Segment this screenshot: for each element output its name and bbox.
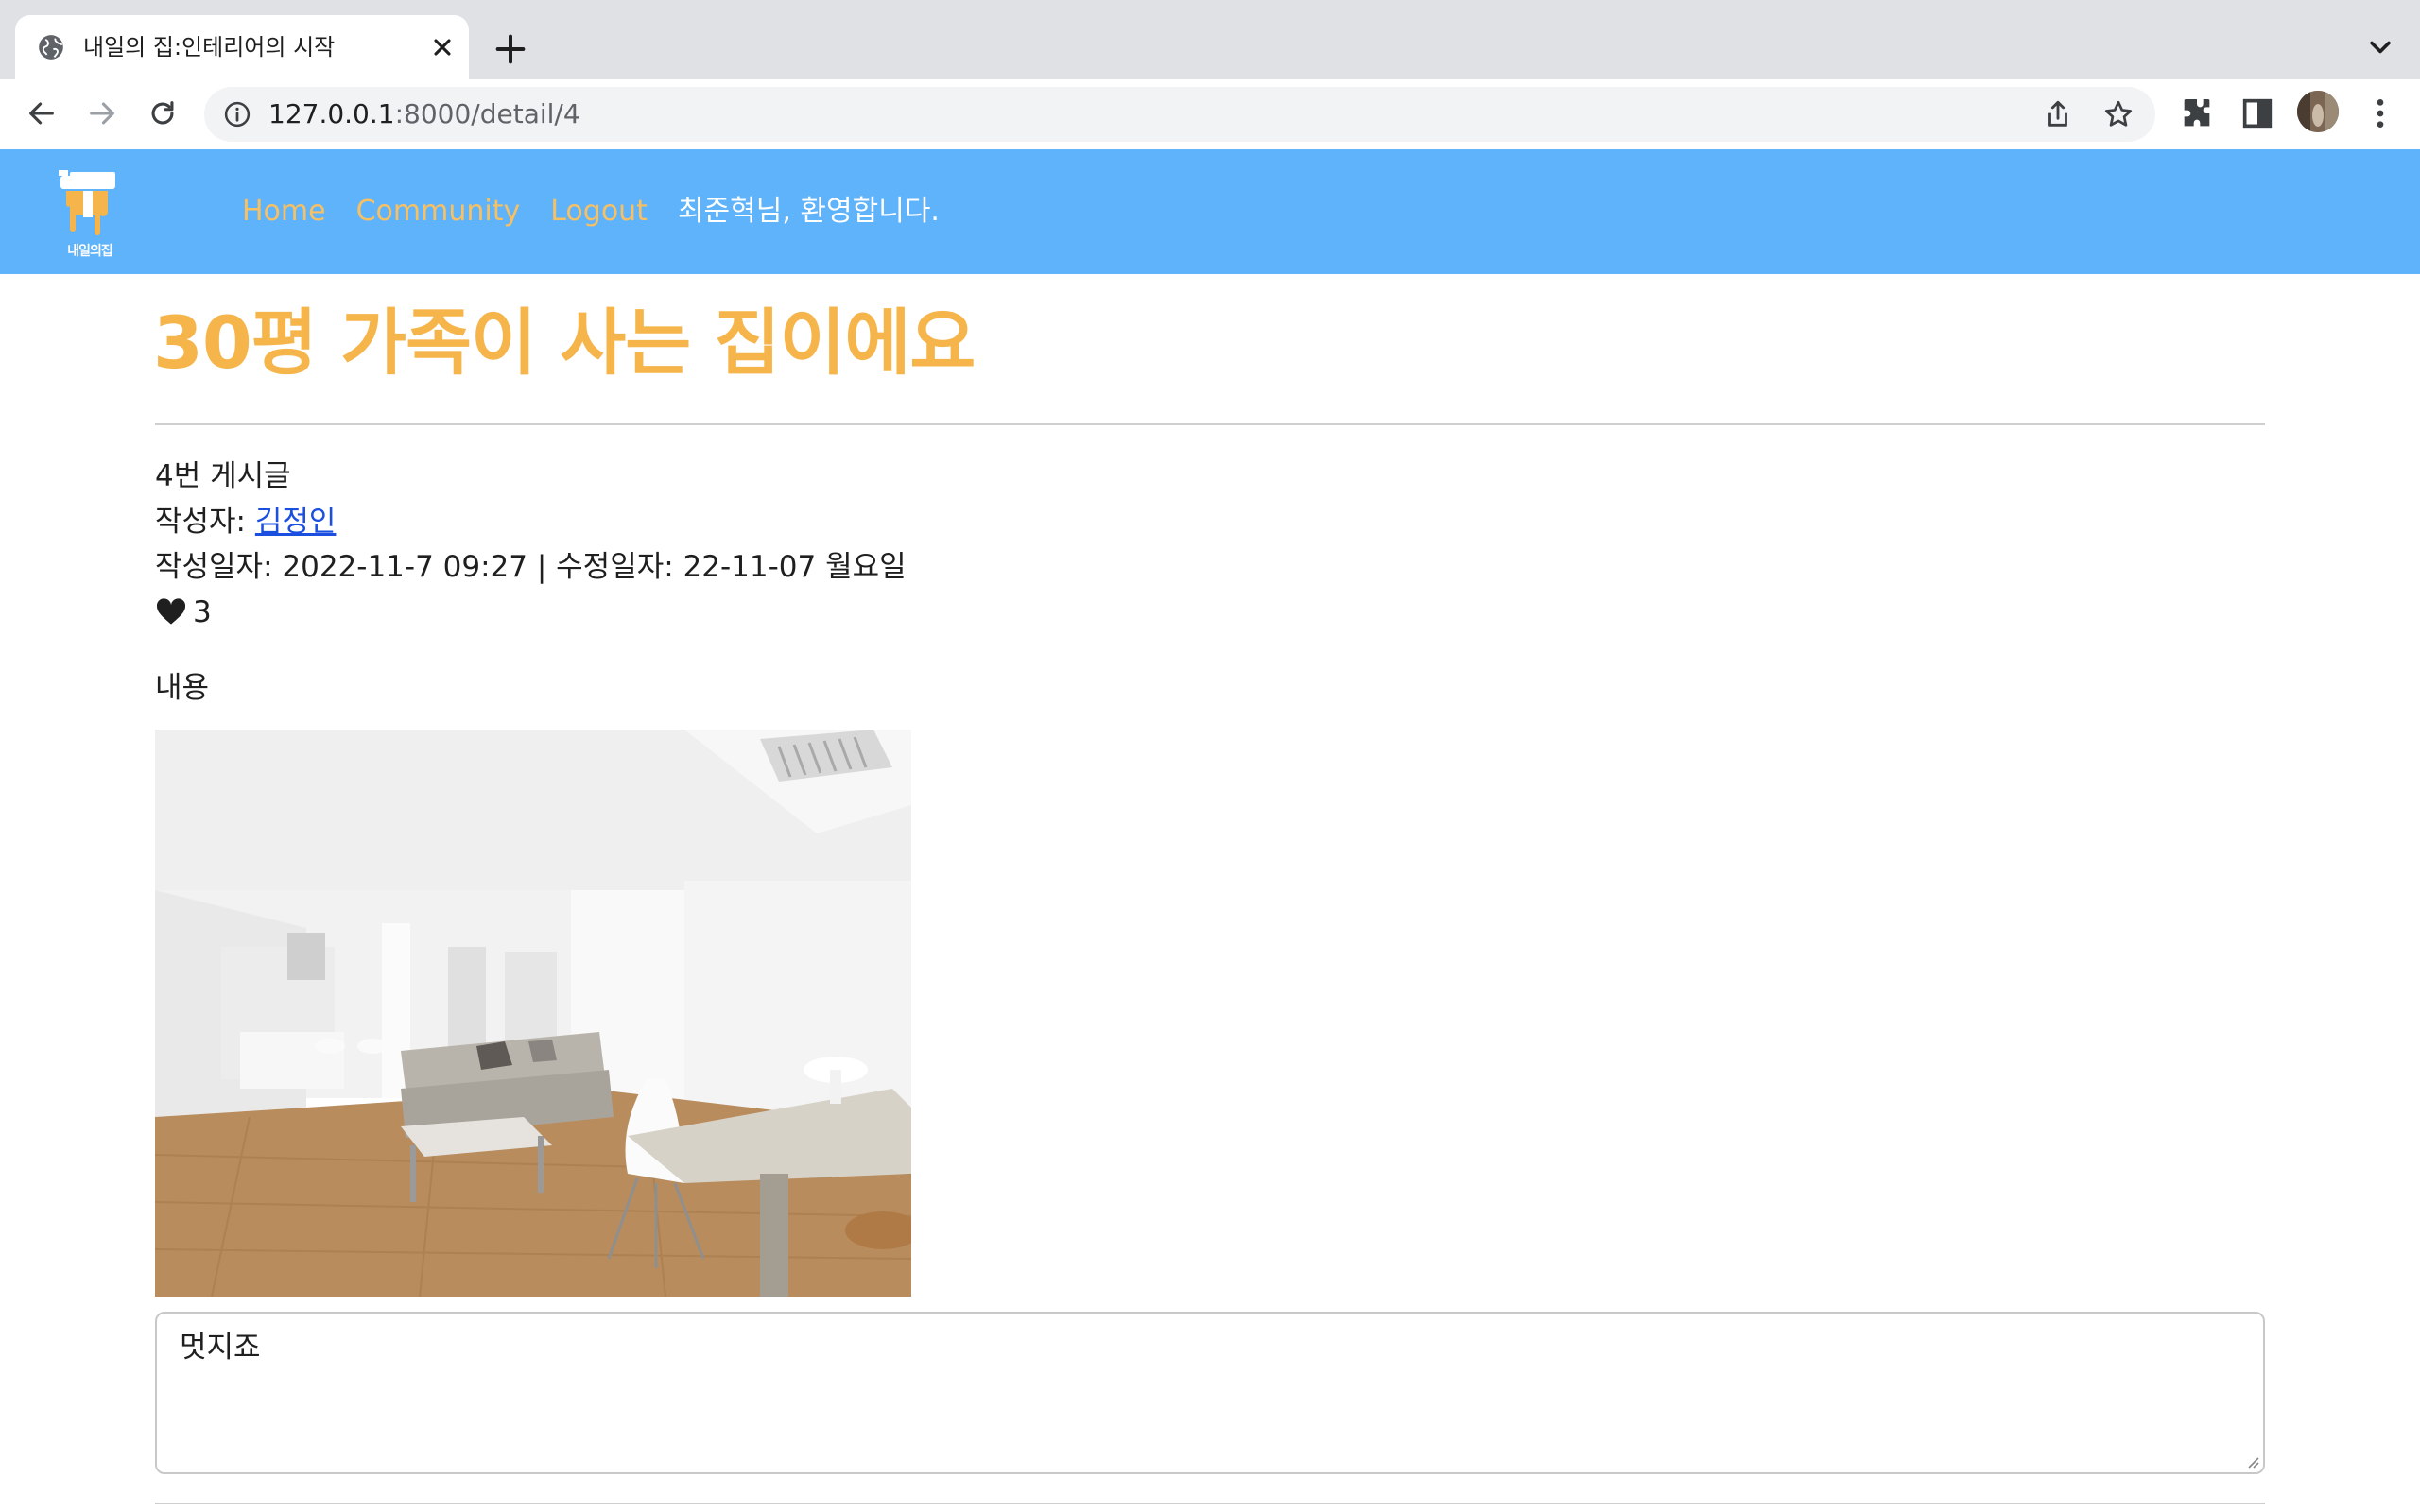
- content-text: 멋지죠: [180, 1331, 261, 1365]
- post-author-line: 작성자: 김정인: [155, 501, 336, 542]
- back-button[interactable]: [21, 93, 62, 134]
- post-title: 30평 가족이 사는 집이에요: [153, 301, 976, 385]
- nav-logout-link[interactable]: Logout: [550, 193, 648, 231]
- chevron-down-icon[interactable]: [2363, 30, 2397, 64]
- post-dates: 작성일자: 2022-11-7 09:27 | 수정일자: 22-11-07 월…: [155, 550, 907, 584]
- living-room-photo: [155, 730, 911, 1297]
- close-icon[interactable]: [429, 34, 456, 60]
- site-navbar: 내일의집 Home Community Logout 최준혁님, 환영합니다.: [0, 149, 2420, 274]
- site-logo[interactable]: 내일의집: [55, 163, 125, 261]
- address-bar[interactable]: 127.0.0.1:8000/detail/4: [204, 87, 2155, 142]
- paint-roller-logo-icon: [59, 170, 115, 235]
- globe-icon: [39, 35, 63, 60]
- content-label: 내용: [155, 671, 210, 705]
- logo-text: 내일의집: [67, 244, 113, 259]
- arrow-right-icon: [90, 102, 114, 125]
- browser-tab-strip: 내일의 집:인테리어의 시작: [0, 0, 2420, 79]
- share-icon[interactable]: [2042, 98, 2074, 130]
- side-panel-icon[interactable]: [2238, 94, 2276, 132]
- forward-button[interactable]: [81, 93, 123, 134]
- author-label: 작성자:: [155, 505, 255, 539]
- avatar-image: [2297, 91, 2339, 132]
- browser-toolbar: 127.0.0.1:8000/detail/4: [0, 79, 2420, 149]
- profile-avatar[interactable]: [2297, 91, 2339, 132]
- url-text[interactable]: 127.0.0.1:8000/detail/4: [268, 98, 580, 130]
- extensions-icon[interactable]: [2178, 94, 2216, 132]
- star-icon[interactable]: [2102, 98, 2135, 130]
- reload-icon: [151, 101, 174, 125]
- nav-home-link[interactable]: Home: [242, 193, 326, 231]
- like-row: 3: [155, 592, 212, 633]
- tab-title: 내일의 집:인테리어의 시작: [83, 34, 336, 60]
- more-menu-icon[interactable]: [2361, 94, 2399, 132]
- new-tab-icon[interactable]: [492, 30, 529, 68]
- url-path: :8000/detail/4: [394, 98, 580, 129]
- info-icon[interactable]: [223, 100, 251, 129]
- content-textarea[interactable]: 멋지죠: [155, 1312, 2265, 1474]
- main-nav: Home Community Logout 최준혁님, 환영합니다.: [242, 193, 940, 231]
- welcome-message: 최준혁님, 환영합니다.: [677, 195, 940, 228]
- post-image: [155, 730, 911, 1297]
- nav-community-link[interactable]: Community: [356, 193, 521, 231]
- post-number: 4번 게시글: [155, 459, 291, 493]
- url-host: 127.0.0.1: [268, 98, 395, 129]
- author-link[interactable]: 김정인: [255, 505, 337, 539]
- reload-button[interactable]: [142, 93, 183, 134]
- browser-tab[interactable]: 내일의 집:인테리어의 시작: [15, 15, 469, 79]
- arrow-left-icon: [29, 102, 54, 125]
- like-count: 3: [193, 595, 212, 629]
- heart-icon[interactable]: [155, 597, 187, 626]
- title-divider: [155, 423, 2265, 425]
- bottom-divider: [155, 1503, 2265, 1504]
- resize-grip-icon[interactable]: [2244, 1453, 2259, 1469]
